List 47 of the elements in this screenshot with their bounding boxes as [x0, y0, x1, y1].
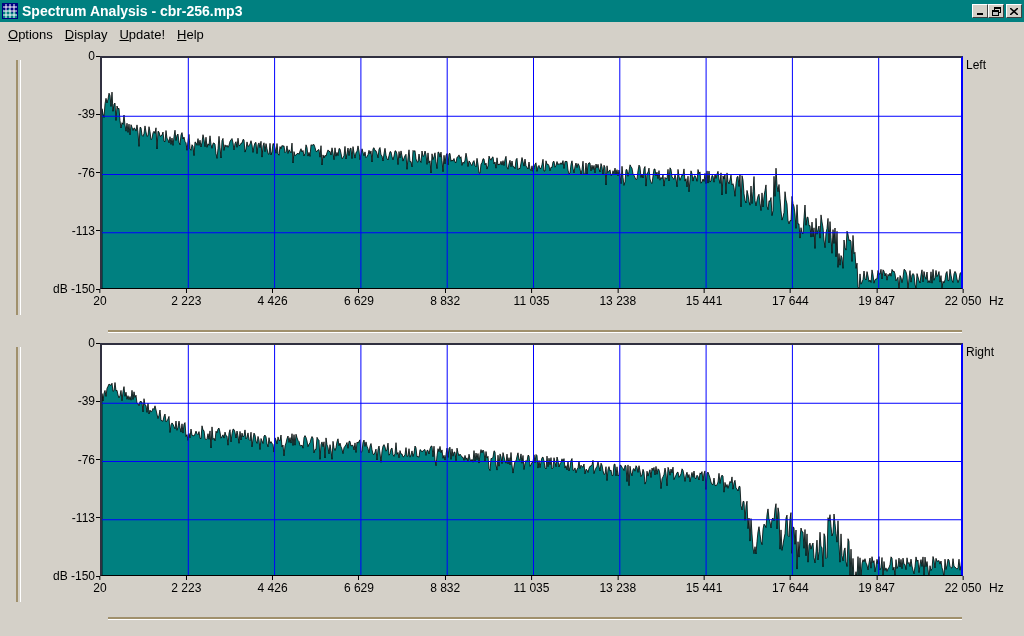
y-axis-label: 0 — [88, 50, 95, 62]
menu-item[interactable]: Options — [2, 27, 59, 41]
x-axis-label: 4 426 — [257, 582, 288, 594]
y-axis-label: -113 — [71, 224, 95, 237]
channel-label: Left — [966, 59, 986, 71]
x-axis-label: 13 238 — [599, 582, 637, 594]
y-axis-label: dB -150 — [52, 283, 95, 295]
y-axis-label: 0 — [88, 337, 95, 349]
x-axis-label: 4 426 — [257, 295, 288, 307]
restore-button[interactable] — [988, 4, 1004, 18]
x-axis-label: 6 629 — [343, 582, 374, 594]
x-axis-label: 6 629 — [343, 295, 374, 307]
x-axis-label: 2 223 — [171, 295, 202, 307]
menu-item[interactable]: Update! — [113, 27, 171, 41]
channel-label: Right — [966, 346, 994, 358]
x-axis-label: 22 050 — [944, 582, 982, 594]
x-axis-label: 15 441 — [685, 582, 723, 594]
restore-icon — [991, 6, 1001, 16]
x-axis-label: 17 644 — [772, 582, 809, 594]
close-icon — [1010, 7, 1018, 15]
x-axis-label: 20 — [93, 582, 107, 594]
menu-item[interactable]: Help — [171, 27, 210, 41]
x-axis-label: 2 223 — [171, 582, 202, 594]
x-axis-label: 8 832 — [430, 295, 461, 307]
x-axis-label: 22 050 — [944, 295, 982, 307]
x-axis-label: 13 238 — [599, 295, 637, 307]
y-axis-label: -39 — [77, 108, 95, 121]
window-title: Spectrum Analysis - cbr-256.mp3 — [22, 1, 243, 21]
y-axis-label: -76 — [77, 453, 95, 466]
menu-item[interactable]: Display — [58, 27, 114, 41]
y-axis-label: dB -150 — [52, 570, 95, 582]
y-axis-label: -76 — [77, 166, 95, 179]
unit-label: Hz — [989, 295, 1004, 307]
close-button[interactable] — [1006, 4, 1022, 18]
x-axis-label: 8 832 — [430, 582, 461, 594]
x-axis-label: 19 847 — [858, 582, 896, 594]
minimize-button[interactable] — [972, 4, 988, 18]
x-axis-label: 19 847 — [858, 295, 896, 307]
unit-label: Hz — [989, 582, 1004, 594]
x-axis-label: 11 035 — [513, 295, 550, 307]
y-axis-label: -113 — [71, 511, 95, 524]
minimize-icon — [977, 13, 983, 15]
x-axis-label: 11 035 — [513, 582, 550, 594]
x-axis-label: 15 441 — [685, 295, 723, 307]
y-axis-label: -39 — [77, 395, 95, 408]
x-axis-label: 17 644 — [772, 295, 809, 307]
x-axis-label: 20 — [93, 295, 107, 307]
